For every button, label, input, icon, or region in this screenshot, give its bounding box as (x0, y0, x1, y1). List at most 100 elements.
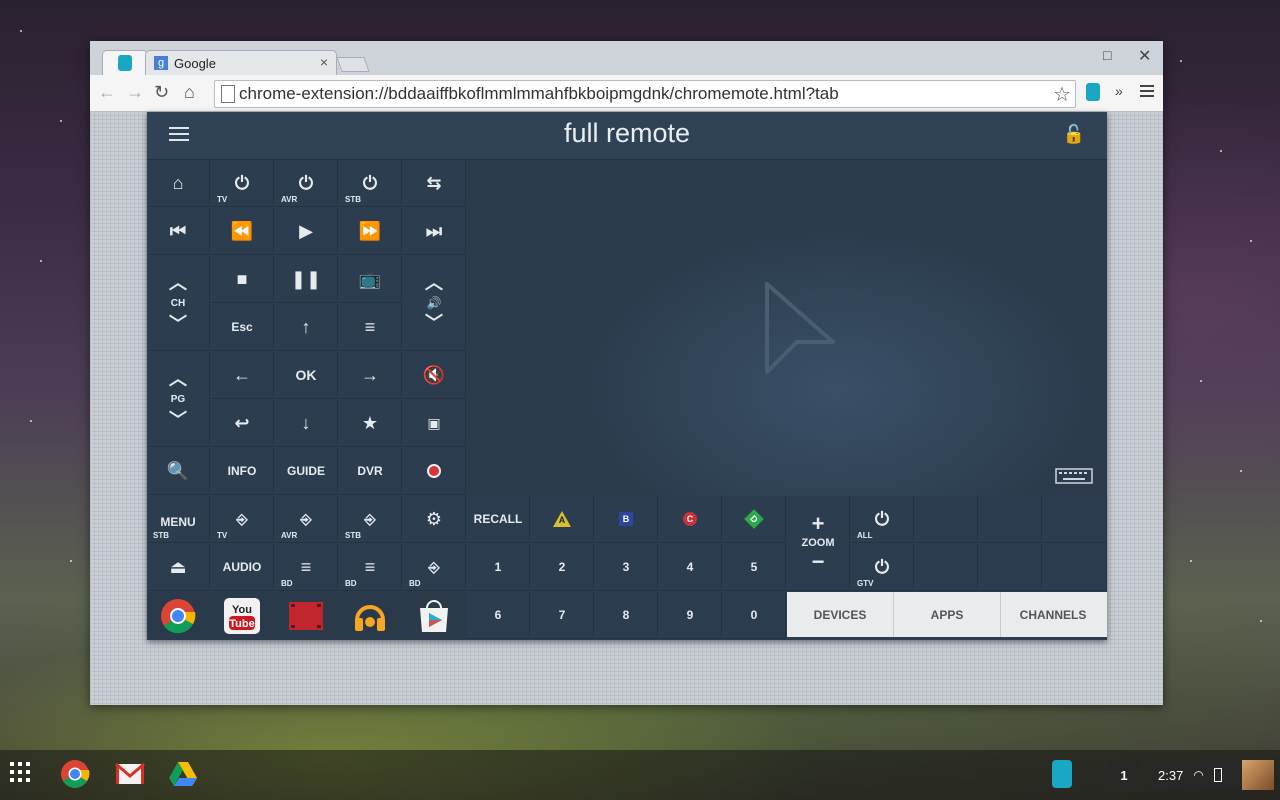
stop-button[interactable]: ■ (211, 256, 274, 303)
app-launcher-icon[interactable] (10, 762, 32, 784)
digit-button[interactable]: 5 (723, 544, 786, 591)
close-window-icon[interactable]: ✕ (1138, 46, 1151, 66)
plus-icon[interactable]: + (812, 513, 825, 535)
digit-button[interactable]: 0 (723, 592, 786, 639)
input-tv-button[interactable]: ⎆ TV (211, 496, 274, 543)
back-button[interactable]: ↩ (211, 400, 274, 447)
keyboard-icon[interactable] (1055, 468, 1093, 484)
recall-button[interactable]: RECALL (467, 496, 530, 543)
dpad-left-button[interactable]: ← (211, 352, 274, 399)
gmail-shelf-icon[interactable] (115, 759, 145, 789)
menu-stb-button[interactable]: MENU STB (147, 496, 210, 543)
live-tv-button[interactable]: 📺 (339, 256, 402, 303)
avatar[interactable] (1242, 760, 1274, 790)
movies-icon[interactable] (288, 598, 324, 634)
close-tab-icon[interactable]: × (320, 54, 328, 70)
eject-button[interactable]: ⏏ (147, 544, 210, 591)
options-button[interactable]: ≡ (339, 304, 402, 351)
audio-button[interactable]: AUDIO (211, 544, 274, 591)
bookmark-star-icon[interactable]: ☆ (1053, 82, 1071, 107)
minus-icon[interactable]: − (812, 551, 825, 573)
digit-button[interactable]: 3 (595, 544, 658, 591)
chevron-down-icon[interactable]: ﹀ (169, 411, 187, 429)
input-avr-button[interactable]: ⎆ AVR (275, 496, 338, 543)
reload-icon[interactable]: ↻ (154, 82, 169, 103)
status-tray[interactable]: 2:37 ◠ (1150, 760, 1240, 790)
home-button[interactable]: ⌂ (147, 160, 210, 207)
overflow-chevron-icon[interactable]: » (1115, 83, 1123, 99)
digit-button[interactable]: 8 (595, 592, 658, 639)
channel-rocker[interactable]: ︿ CH ﹀ (147, 256, 210, 351)
power-tv-button[interactable]: ⏻ TV (211, 160, 274, 207)
pip-button[interactable]: ▣ (403, 400, 466, 447)
home-icon[interactable]: ⌂ (184, 82, 195, 103)
skip-next-button[interactable]: ⏭ (403, 208, 466, 255)
bd-menu-button[interactable]: ≡ BD (275, 544, 338, 591)
record-button[interactable] (403, 448, 466, 495)
power-gtv-button[interactable]: ⏻ GTV (851, 544, 914, 591)
color-a-button[interactable]: A (531, 496, 594, 543)
digit-button[interactable]: 1 (467, 544, 530, 591)
touchpad[interactable] (467, 160, 1107, 496)
dpad-right-button[interactable]: → (339, 352, 402, 399)
input-switch-button[interactable]: ⇆ (403, 160, 466, 207)
dpad-down-button[interactable]: ↓ (275, 400, 338, 447)
dpad-up-button[interactable]: ↑ (275, 304, 338, 351)
digit-button[interactable]: 7 (531, 592, 594, 639)
page-rocker[interactable]: ︿ PG ﹀ (147, 352, 210, 447)
favorite-button[interactable]: ★ (339, 400, 402, 447)
zoom-rocker[interactable]: + ZOOM − (787, 496, 850, 591)
forward-icon[interactable]: → (126, 82, 144, 103)
chevron-up-icon[interactable]: ︿ (169, 370, 187, 388)
play-store-icon[interactable] (416, 598, 452, 634)
maximize-icon[interactable]: □ (1103, 47, 1111, 63)
color-d-button[interactable]: D (723, 496, 786, 543)
bd-options-button[interactable]: ≡ BD (339, 544, 402, 591)
digit-button[interactable]: 9 (659, 592, 722, 639)
settings-dial-button[interactable]: ⚙ (403, 496, 466, 543)
volume-rocker[interactable]: ︿ 🔊 ﹀ (403, 256, 466, 351)
chevron-down-icon[interactable]: ﹀ (169, 315, 187, 333)
chevron-up-icon[interactable]: ︿ (169, 274, 187, 292)
esc-button[interactable]: Esc (211, 304, 274, 351)
input-stb-button[interactable]: ⎆ STB (339, 496, 402, 543)
guide-button[interactable]: GUIDE (275, 448, 338, 495)
power-all-button[interactable]: ⏻ ALL (851, 496, 914, 543)
digit-button[interactable]: 2 (531, 544, 594, 591)
tab-devices[interactable]: DEVICES (787, 592, 894, 637)
chrome-shelf-icon[interactable] (60, 759, 90, 789)
search-button[interactable]: 🔍 (147, 448, 210, 495)
info-button[interactable]: INFO (211, 448, 274, 495)
music-icon[interactable] (352, 598, 388, 634)
play-button[interactable]: ▶ (275, 208, 338, 255)
fast-forward-button[interactable]: ⏩ (339, 208, 402, 255)
drive-shelf-icon[interactable] (168, 759, 198, 789)
dvr-button[interactable]: DVR (339, 448, 402, 495)
new-tab-button[interactable] (336, 57, 370, 72)
mute-button[interactable]: 🔇 (403, 352, 466, 399)
chevron-up-icon[interactable]: ︿ (425, 274, 443, 292)
chevron-down-icon[interactable]: ﹀ (425, 314, 443, 332)
digit-button[interactable]: 6 (467, 592, 530, 639)
tab-google[interactable]: g Google × (145, 50, 337, 76)
chrome-icon[interactable] (160, 598, 196, 634)
digit-button[interactable]: 4 (659, 544, 722, 591)
omnibox[interactable]: chrome-extension://bddaaiffbkoflmmlmmahf… (214, 80, 1076, 108)
rewind-button[interactable]: ⏪ (211, 208, 274, 255)
tab-apps[interactable]: APPS (894, 592, 1001, 637)
tab-channels[interactable]: CHANNELS (1000, 592, 1106, 637)
notification-count[interactable]: 1 (1108, 760, 1140, 790)
bd-input-button[interactable]: ⎆ BD (403, 544, 466, 591)
color-c-button[interactable]: C (659, 496, 722, 543)
pause-button[interactable]: ❚❚ (275, 256, 338, 303)
ok-button[interactable]: OK (275, 352, 338, 399)
chromemote-shelf-icon[interactable] (1052, 760, 1072, 788)
youtube-icon[interactable]: You Tube (224, 598, 260, 634)
power-stb-button[interactable]: ⏻ STB (339, 160, 402, 207)
skip-previous-button[interactable]: ⏮ (147, 208, 210, 255)
chrome-menu-icon[interactable] (1140, 85, 1154, 97)
unlock-icon[interactable]: 🔓 (1063, 124, 1085, 145)
chromemote-extension-icon[interactable] (1086, 83, 1100, 101)
power-avr-button[interactable]: ⏻ AVR (275, 160, 338, 207)
color-b-button[interactable]: B (595, 496, 658, 543)
